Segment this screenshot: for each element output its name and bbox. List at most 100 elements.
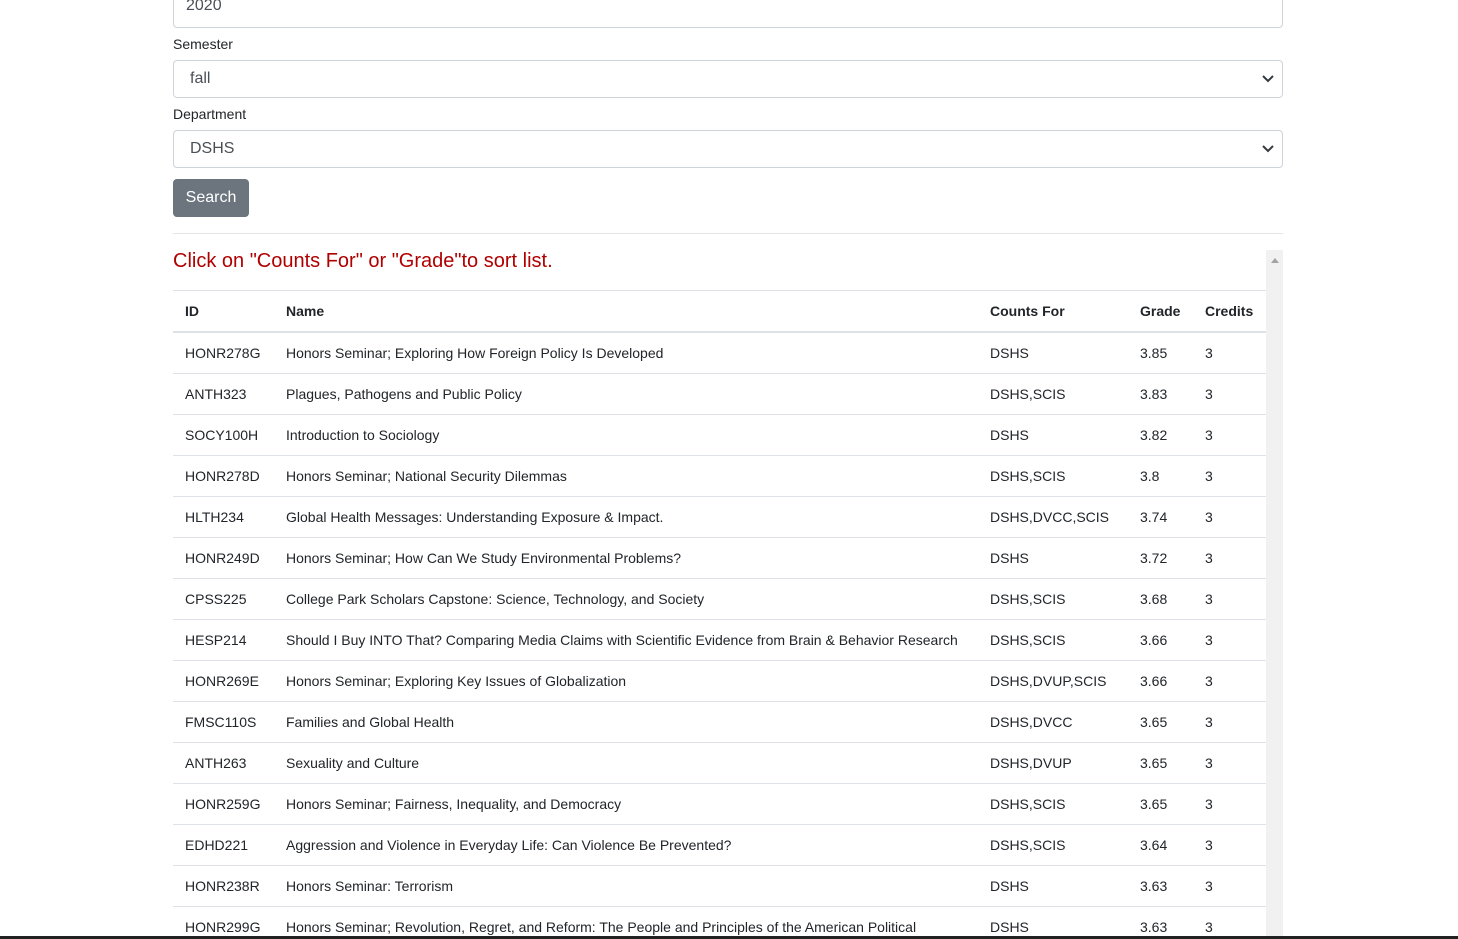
cell-grade: 3.72 (1128, 537, 1193, 579)
cell-counts-for: DSHS (978, 865, 1128, 907)
table-row: ANTH323 Plagues, Pathogens and Public Pol… (173, 373, 1266, 415)
cell-id: SOCY100H (173, 414, 274, 456)
cell-counts-for: DSHS,SCIS (978, 783, 1128, 825)
search-button[interactable]: Search (173, 179, 249, 217)
table-row: HONR259G Honors Seminar; Fairness, Inequa… (173, 783, 1266, 825)
cell-grade: 3.74 (1128, 496, 1193, 538)
cell-credits: 3 (1193, 783, 1266, 825)
cell-credits: 3 (1193, 742, 1266, 784)
table-row: HONR299G Honors Seminar; Revolution, Regr… (173, 906, 1266, 939)
department-select[interactable]: DSHS (173, 130, 1283, 168)
cell-grade: 3.66 (1128, 619, 1193, 661)
divider (173, 233, 1283, 234)
results-scroll-area[interactable]: Click on "Counts For" or "Grade"to sort … (173, 250, 1283, 939)
column-header-name: Name (274, 290, 978, 333)
cell-grade: 3.65 (1128, 742, 1193, 784)
cell-name: Introduction to Sociology (274, 414, 978, 456)
cell-name: Families and Global Health (274, 701, 978, 743)
cell-name: Honors Seminar: Terrorism (274, 865, 978, 907)
cell-credits: 3 (1193, 496, 1266, 538)
table-row: SOCY100H Introduction to Sociology DSHS 3.8… (173, 414, 1266, 456)
cell-grade: 3.68 (1128, 578, 1193, 620)
cell-id: HONR278G (173, 332, 274, 374)
results-table: ID Name Counts For Grade Credits HONR278… (173, 290, 1266, 939)
cell-grade: 3.85 (1128, 332, 1193, 374)
cell-credits: 3 (1193, 414, 1266, 456)
cell-name: Honors Seminar; National Security Dilemm… (274, 455, 978, 497)
table-header-row: ID Name Counts For Grade Credits (173, 290, 1266, 333)
semester-select-value: fall (190, 70, 211, 87)
table-row: HONR278G Honors Seminar; Exploring How Fo… (173, 332, 1266, 374)
cell-name: Plagues, Pathogens and Public Policy (274, 373, 978, 415)
cell-counts-for: DSHS,SCIS (978, 373, 1128, 415)
table-row: CPSS225 College Park Scholars Capstone: S… (173, 578, 1266, 620)
table-row: HONR238R Honors Seminar: Terrorism DSHS 3.6… (173, 865, 1266, 907)
cell-name: Global Health Messages: Understanding Ex… (274, 496, 978, 538)
table-row: HONR269E Honors Seminar; Exploring Key Is… (173, 660, 1266, 702)
cell-counts-for: DSHS,SCIS (978, 455, 1128, 497)
cell-counts-for: DSHS (978, 537, 1128, 579)
cell-counts-for: DSHS,SCIS (978, 578, 1128, 620)
cell-grade: 3.83 (1128, 373, 1193, 415)
cell-counts-for: DSHS,DVCC,SCIS (978, 496, 1128, 538)
sort-hint: Click on "Counts For" or "Grade"to sort … (173, 250, 553, 272)
year-input[interactable]: 2020 (173, 0, 1283, 28)
cell-name: Honors Seminar; Exploring Key Issues of … (274, 660, 978, 702)
cell-name: Honors Seminar; Fairness, Inequality, an… (274, 783, 978, 825)
cell-credits: 3 (1193, 865, 1266, 907)
cell-id: HONR249D (173, 537, 274, 579)
cell-id: CPSS225 (173, 578, 274, 620)
cell-grade: 3.82 (1128, 414, 1193, 456)
cell-name: Honors Seminar; How Can We Study Environ… (274, 537, 978, 579)
cell-counts-for: DSHS,DVUP,SCIS (978, 660, 1128, 702)
cell-id: HONR238R (173, 865, 274, 907)
scrollbar[interactable] (1266, 250, 1283, 939)
cell-id: HONR259G (173, 783, 274, 825)
cell-grade: 3.65 (1128, 783, 1193, 825)
column-header-counts-for[interactable]: Counts For (978, 290, 1128, 333)
cell-grade: 3.8 (1128, 455, 1193, 497)
cell-id: HONR278D (173, 455, 274, 497)
table-row: FMSC110S Families and Global Health DSHS,D… (173, 701, 1266, 743)
cell-credits: 3 (1193, 455, 1266, 497)
cell-credits: 3 (1193, 824, 1266, 866)
cell-id: HONR299G (173, 906, 274, 939)
cell-id: ANTH263 (173, 742, 274, 784)
cell-credits: 3 (1193, 578, 1266, 620)
semester-label: Semester (173, 36, 233, 52)
cell-credits: 3 (1193, 660, 1266, 702)
cell-counts-for: DSHS,SCIS (978, 824, 1128, 866)
cell-counts-for: DSHS (978, 414, 1128, 456)
cell-counts-for: DSHS (978, 906, 1128, 939)
cell-grade: 3.65 (1128, 701, 1193, 743)
cell-id: ANTH323 (173, 373, 274, 415)
cell-grade: 3.66 (1128, 660, 1193, 702)
triangle-up-icon[interactable] (1266, 254, 1283, 266)
table-row: HONR249D Honors Seminar; How Can We Study… (173, 537, 1266, 579)
cell-credits: 3 (1193, 332, 1266, 374)
cell-credits: 3 (1193, 906, 1266, 939)
semester-select[interactable]: fall (173, 60, 1283, 98)
cell-id: EDHD221 (173, 824, 274, 866)
table-row: ANTH263 Sexuality and Culture DSHS,DVUP 3.6… (173, 742, 1266, 784)
chevron-down-icon (1261, 131, 1275, 167)
cell-name: College Park Scholars Capstone: Science,… (274, 578, 978, 620)
table-row: EDHD221 Aggression and Violence in Everyd… (173, 824, 1266, 866)
column-header-credits: Credits (1193, 290, 1266, 333)
cell-name: Honors Seminar; Revolution, Regret, and … (274, 906, 978, 939)
cell-counts-for: DSHS,DVCC (978, 701, 1128, 743)
cell-id: HLTH234 (173, 496, 274, 538)
cell-credits: 3 (1193, 619, 1266, 661)
cell-id: HONR269E (173, 660, 274, 702)
department-label: Department (173, 106, 247, 122)
cell-name: Aggression and Violence in Everyday Life… (274, 824, 978, 866)
column-header-grade[interactable]: Grade (1128, 290, 1193, 333)
cell-credits: 3 (1193, 373, 1266, 415)
cell-counts-for: DSHS,DVUP (978, 742, 1128, 784)
department-select-value: DSHS (190, 140, 235, 157)
cell-grade: 3.64 (1128, 824, 1193, 866)
column-header-id: ID (173, 290, 274, 333)
cell-grade: 3.63 (1128, 865, 1193, 907)
chevron-down-icon (1261, 61, 1275, 97)
cell-counts-for: DSHS,SCIS (978, 619, 1128, 661)
